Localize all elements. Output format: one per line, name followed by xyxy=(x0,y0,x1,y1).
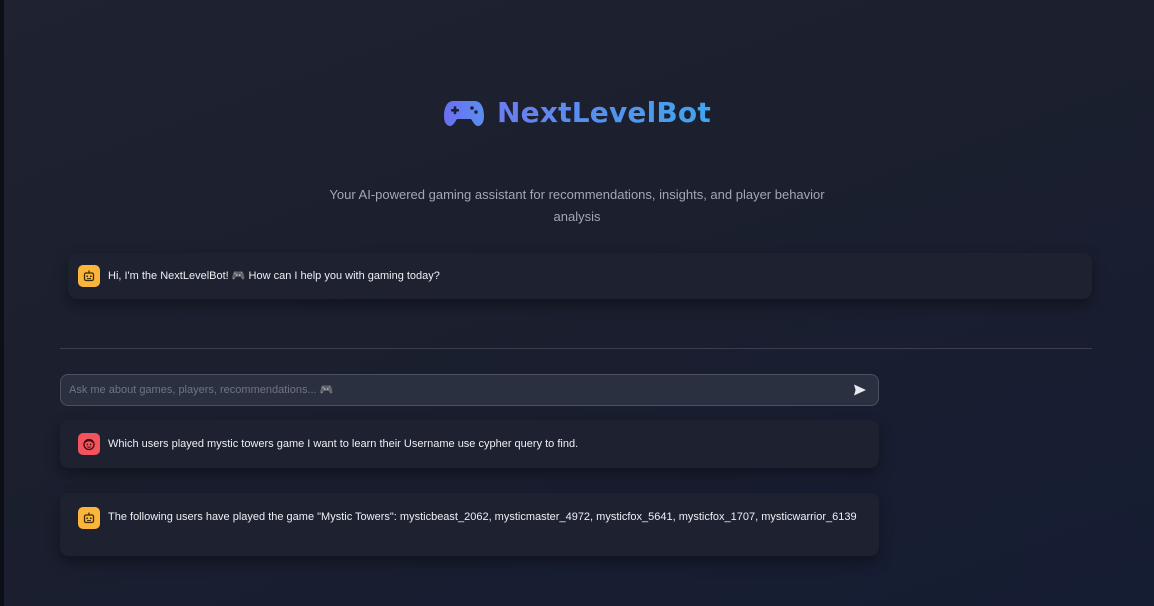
app-title: NextLevelBot xyxy=(497,96,711,129)
send-icon xyxy=(854,384,866,396)
welcome-message: Hi, I'm the NextLevelBot! 🎮 How can I he… xyxy=(68,253,1092,299)
window-edge xyxy=(0,0,4,606)
user-avatar xyxy=(78,433,100,455)
chat-input-container xyxy=(60,374,879,406)
user-face-icon xyxy=(83,438,95,451)
divider xyxy=(60,348,1092,349)
user-message-text: Which users played mystic towers game I … xyxy=(108,438,579,450)
welcome-text: Hi, I'm the NextLevelBot! 🎮 How can I he… xyxy=(108,270,440,282)
send-button[interactable] xyxy=(846,376,874,404)
bot-avatar xyxy=(78,507,100,529)
bot-icon xyxy=(83,270,95,282)
chat-input[interactable] xyxy=(61,375,846,405)
gamepad-icon xyxy=(444,100,485,126)
app-header: NextLevelBot xyxy=(0,96,1154,129)
bot-avatar xyxy=(78,265,100,287)
bot-icon xyxy=(83,512,95,524)
app-subtitle: Your AI-powered gaming assistant for rec… xyxy=(329,187,825,224)
bot-message-text: The following users have played the game… xyxy=(108,511,857,523)
user-message: Which users played mystic towers game I … xyxy=(60,420,879,468)
bot-message: The following users have played the game… xyxy=(60,493,879,556)
